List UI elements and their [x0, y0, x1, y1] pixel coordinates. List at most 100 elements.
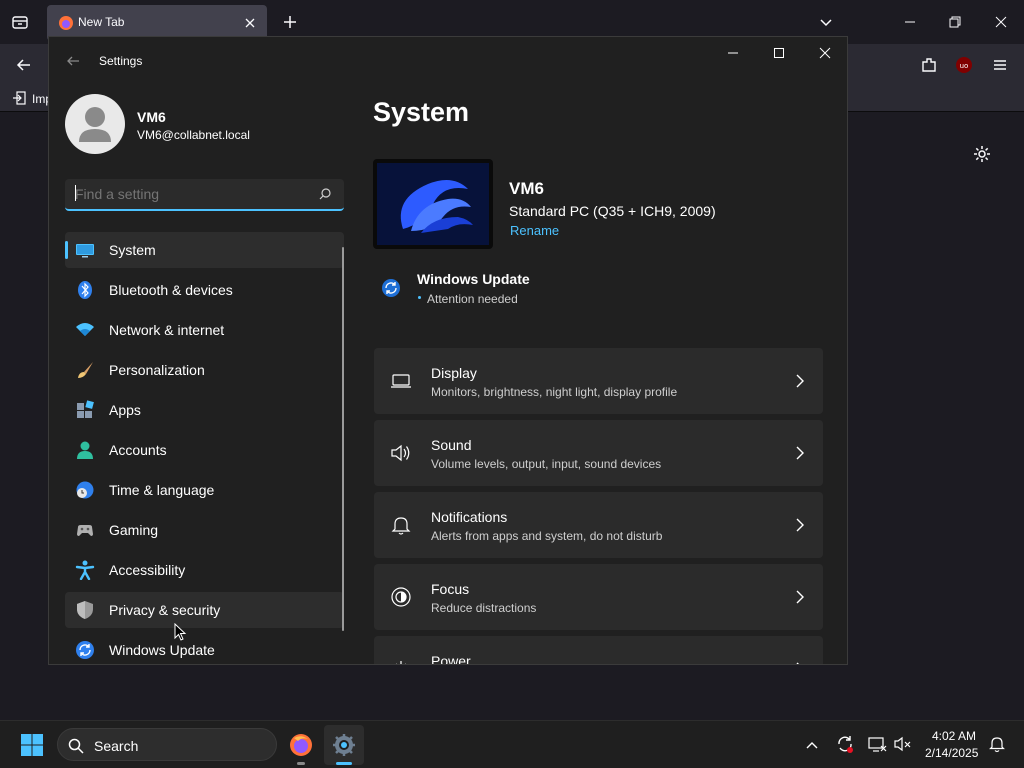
update-title[interactable]: Windows Update: [417, 271, 530, 287]
menu-icon[interactable]: [990, 55, 1010, 75]
tab-title: New Tab: [78, 15, 125, 29]
card-title: Power: [431, 653, 471, 665]
taskbar: Search 4:02 AM 2/14/2025: [0, 720, 1024, 768]
settings-nav: System Bluetooth & devices Network & int…: [49, 37, 359, 664]
network-disconnected-icon[interactable]: [867, 734, 887, 754]
card-subtitle: Reduce distractions: [431, 601, 537, 615]
chevron-right-icon: [795, 662, 805, 664]
nav-item-accessibility[interactable]: Accessibility: [65, 552, 344, 588]
settings-active-indicator: [336, 762, 352, 765]
maximize-icon[interactable]: [771, 45, 787, 61]
tray-update-icon[interactable]: [835, 734, 855, 754]
rename-link[interactable]: Rename: [510, 223, 559, 238]
nav-item-apps[interactable]: Apps: [65, 392, 344, 428]
speaker-icon: [390, 442, 412, 464]
card-subtitle: Alerts from apps and system, do not dist…: [431, 529, 663, 543]
nav-label: Network & internet: [109, 322, 225, 338]
chevron-right-icon: [795, 590, 805, 604]
nav-item-bluetooth-devices[interactable]: Bluetooth & devices: [65, 272, 344, 308]
firefox-icon: [58, 15, 74, 31]
import-icon[interactable]: [12, 91, 26, 105]
chevron-right-icon: [795, 518, 805, 532]
card-display[interactable]: Display Monitors, brightness, night ligh…: [374, 348, 823, 414]
taskbar-settings-button[interactable]: [324, 725, 364, 765]
update-icon: [75, 640, 95, 660]
volume-muted-icon[interactable]: [893, 734, 913, 754]
nav-item-time-language[interactable]: Time & language: [65, 472, 344, 508]
nav-label: Bluetooth & devices: [109, 282, 233, 298]
bluetooth-icon: [75, 280, 95, 300]
ublock-origin-icon[interactable]: uo: [954, 55, 974, 75]
nav-item-privacy-security[interactable]: Privacy & security: [65, 592, 344, 628]
nav-label: Accessibility: [109, 562, 186, 578]
card-power[interactable]: Power: [374, 636, 823, 665]
card-title: Sound: [431, 437, 472, 453]
newtab-settings-gear-icon[interactable]: [972, 144, 992, 164]
nav-label: Gaming: [109, 522, 159, 538]
notification-bell-icon[interactable]: [988, 735, 1006, 753]
clock-time[interactable]: 4:02 AM: [932, 729, 976, 743]
card-focus[interactable]: Focus Reduce distractions: [374, 564, 823, 630]
nav-item-system[interactable]: System: [65, 232, 344, 268]
nav-scrollbar[interactable]: [342, 247, 344, 631]
brush-icon: [75, 360, 95, 380]
chevron-down-icon[interactable]: [816, 12, 836, 32]
close-tab-icon[interactable]: [243, 16, 257, 30]
taskbar-search-box[interactable]: Search: [57, 728, 277, 761]
card-subtitle: Monitors, brightness, night light, displ…: [431, 385, 678, 399]
start-button-windows-icon[interactable]: [20, 733, 44, 757]
taskbar-search-placeholder: Search: [94, 738, 139, 754]
update-status: Attention needed: [427, 292, 518, 306]
settings-gear-icon: [332, 733, 356, 757]
card-title: Focus: [431, 581, 470, 597]
browser-minimize-icon[interactable]: [900, 12, 920, 32]
nav-label: Windows Update: [109, 642, 215, 658]
close-icon[interactable]: [817, 45, 833, 61]
chevron-right-icon: [795, 374, 805, 388]
chevron-right-icon: [795, 446, 805, 460]
device-thumbnail: [373, 159, 493, 249]
power-icon: [390, 658, 412, 664]
card-sound[interactable]: Sound Volume levels, output, input, soun…: [374, 420, 823, 486]
new-tab-icon[interactable]: [280, 12, 300, 32]
back-arrow-icon[interactable]: [14, 55, 34, 75]
device-name: VM6: [509, 179, 544, 198]
svg-text:uo: uo: [960, 62, 969, 70]
shield-icon: [75, 600, 95, 620]
nav-label: Time & language: [109, 482, 215, 498]
nav-item-accounts[interactable]: Accounts: [65, 432, 344, 468]
nav-item-network-internet[interactable]: Network & internet: [65, 312, 344, 348]
tab-list-icon[interactable]: [10, 12, 30, 32]
person-icon: [75, 440, 95, 460]
nav-item-personalization[interactable]: Personalization: [65, 352, 344, 388]
nav-label: Accounts: [109, 442, 167, 458]
minimize-icon[interactable]: [725, 45, 741, 61]
mouse-cursor-icon: [174, 623, 188, 643]
nav-label: System: [109, 242, 156, 258]
browser-restore-icon[interactable]: [945, 12, 965, 32]
wifi-icon: [75, 320, 95, 340]
nav-item-windows-update[interactable]: Windows Update: [65, 632, 344, 664]
nav-label: Personalization: [109, 362, 205, 378]
apps-icon: [75, 400, 95, 420]
taskbar-firefox-icon[interactable]: [288, 732, 314, 758]
attention-dot: [418, 296, 421, 299]
card-title: Display: [431, 365, 477, 381]
extensions-icon[interactable]: [918, 54, 940, 76]
card-notifications[interactable]: Notifications Alerts from apps and syste…: [374, 492, 823, 558]
device-model: Standard PC (Q35 + ICH9, 2009): [509, 203, 716, 219]
display-icon: [390, 370, 412, 392]
nav-item-gaming[interactable]: Gaming: [65, 512, 344, 548]
bell-icon: [390, 514, 412, 536]
browser-close-icon[interactable]: [991, 12, 1011, 32]
nav-label: Apps: [109, 402, 141, 418]
monitor-icon: [75, 240, 95, 260]
settings-window: Settings VM6 VM6@collabnet.local System: [48, 36, 848, 665]
page-title: System: [373, 97, 470, 127]
search-icon: [68, 738, 84, 754]
show-hidden-icons-chevron-icon[interactable]: [804, 737, 820, 753]
clock-date[interactable]: 2/14/2025: [925, 746, 978, 760]
globe-clock-icon: [75, 480, 95, 500]
selection-indicator: [65, 241, 68, 259]
accessibility-icon: [75, 560, 95, 580]
